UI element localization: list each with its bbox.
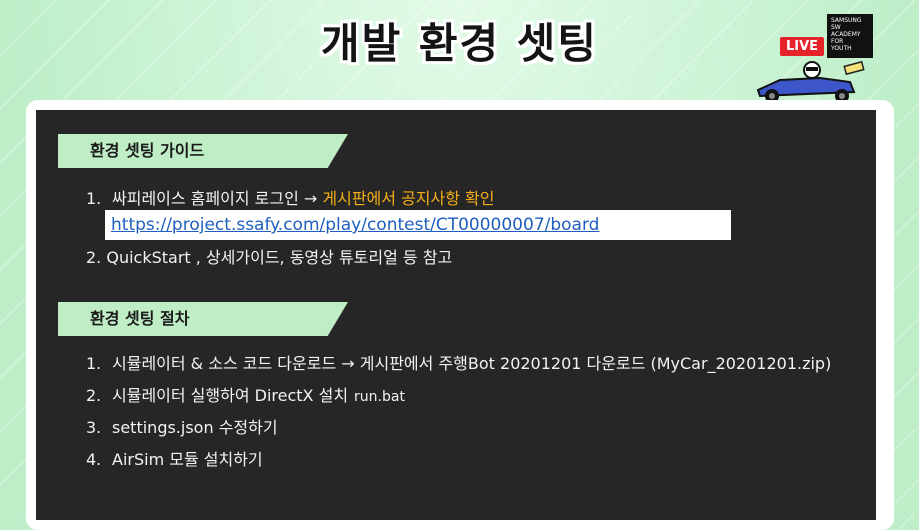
item-number: 2. — [86, 248, 102, 267]
logo-line: FOR — [831, 38, 844, 45]
board-url-box: https://project.ssafy.com/play/contest/C… — [105, 210, 731, 240]
guide-item-1: 1. 싸피레이스 홈페이지 로그인 → 게시판에서 공지사항 확인 — [86, 185, 494, 209]
section-header-guide: 환경 셋팅 가이드 — [58, 134, 348, 168]
item-note: run.bat — [354, 389, 405, 405]
item-text: 싸피레이스 홈페이지 로그인 → — [112, 189, 323, 208]
section-header-procedure: 환경 셋팅 절차 — [58, 302, 348, 336]
live-badge: LIVE — [780, 37, 825, 56]
item-number: 3. — [86, 418, 102, 437]
race-car-mascot-icon — [756, 60, 865, 103]
guide-item-2: 2. QuickStart , 상세가이드, 동영상 튜토리얼 등 참고 — [86, 244, 452, 268]
logo-line: SW — [831, 24, 841, 31]
item-text: QuickStart , 상세가이드, 동영상 튜토리얼 등 참고 — [106, 248, 453, 267]
procedure-item-2: 2. 시뮬레이터 실행하여 DirectX 설치 run.bat — [86, 382, 405, 406]
item-text: 시뮬레이터 실행하여 DirectX 설치 — [112, 386, 349, 405]
item-number: 1. — [86, 189, 102, 208]
item-text: 시뮬레이터 & 소스 코드 다운로드 → 게시판에서 주행Bot 2020120… — [112, 354, 832, 373]
procedure-item-3: 3. settings.json 수정하기 — [86, 414, 278, 438]
procedure-item-1: 1. 시뮬레이터 & 소스 코드 다운로드 → 게시판에서 주행Bot 20201… — [86, 350, 831, 374]
procedure-item-4: 4. AirSim 모듈 설치하기 — [86, 446, 263, 470]
item-number: 1. — [86, 354, 102, 373]
item-number: 2. — [86, 386, 102, 405]
logo-line: YOUTH — [831, 45, 852, 52]
item-number: 4. — [86, 450, 102, 469]
samsung-sw-academy-logo: SAMSUNG SW ACADEMY FOR YOUTH — [827, 14, 873, 58]
item-text: AirSim 모듈 설치하기 — [112, 450, 263, 469]
board-url-link[interactable]: https://project.ssafy.com/play/contest/C… — [111, 215, 599, 235]
logo-line: SAMSUNG — [831, 17, 862, 24]
logo-line: ACADEMY — [831, 31, 861, 38]
item-highlight-text: 게시판에서 공지사항 확인 — [322, 189, 495, 208]
item-text: settings.json 수정하기 — [112, 418, 278, 437]
